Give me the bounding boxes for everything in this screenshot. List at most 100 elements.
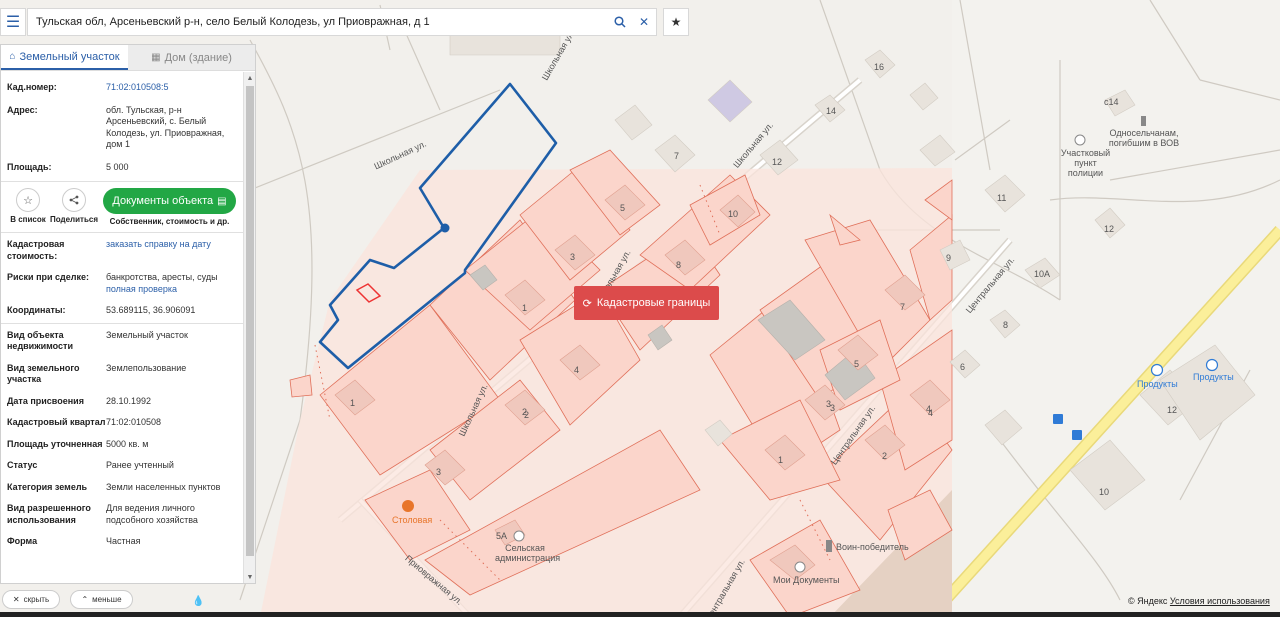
cadastral-cost-row: Кадастровая стоимость: заказать справку … xyxy=(1,239,244,262)
house-number: 2 xyxy=(882,451,888,461)
scroll-down-icon[interactable]: ▼ xyxy=(244,571,255,583)
tab-label: Земельный участок xyxy=(19,50,120,63)
property-value: Для ведения личного подсобного хозяйства xyxy=(106,503,198,525)
share-button[interactable]: Поделиться xyxy=(50,188,99,224)
object-documents-button[interactable]: Документы объекта ▤ xyxy=(103,188,236,214)
less-button[interactable]: ⌃ меньше xyxy=(70,590,133,609)
copyright-text: © Яндекс xyxy=(1128,596,1168,606)
poi-admin[interactable]: Сельская администрация xyxy=(495,543,560,563)
house-number: 10 xyxy=(728,209,739,219)
share-label: Поделиться xyxy=(50,215,99,224)
map-copyright: © Яндекс Условия использования xyxy=(1128,596,1270,606)
property-value: Частная xyxy=(106,536,141,546)
house-number: 2 xyxy=(524,410,530,420)
property-value: Землепользование xyxy=(106,362,187,373)
property-value: Земельный участок xyxy=(106,329,188,340)
favorite-button[interactable]: ★ xyxy=(663,8,689,36)
property-label: Категория земель xyxy=(7,481,88,492)
house-number: 5 xyxy=(620,203,626,213)
cadastral-borders-label: Кадастровые границы xyxy=(596,297,711,309)
terms-link[interactable]: Условия использования xyxy=(1170,596,1270,606)
close-icon[interactable]: ✕ xyxy=(632,10,656,34)
hide-label: скрыть xyxy=(23,595,50,604)
property-label: Вид объекта недвижимости xyxy=(7,329,73,352)
area-label: Площадь: xyxy=(7,161,52,172)
cadastral-borders-button[interactable]: ⟳ Кадастровые границы xyxy=(574,286,719,320)
risks-value: банкротства, аресты, суды xyxy=(106,272,218,282)
house-number: 12 xyxy=(1167,405,1178,415)
location-drop-icon: 💧 xyxy=(192,596,205,607)
property-value: Земли населенных пунктов xyxy=(106,481,221,492)
house-number: 1 xyxy=(778,455,784,465)
menu-button[interactable]: ☰ xyxy=(0,8,26,36)
risks-label: Риски при сделке: xyxy=(7,272,89,282)
house-number: 7 xyxy=(674,151,680,161)
land-plot-icon: ⌂ xyxy=(9,51,16,62)
coordinates-value: 53.689115, 36.906091 xyxy=(106,305,196,315)
house-number: 3 xyxy=(830,403,836,413)
property-label: Кадастровый квартал xyxy=(7,417,106,427)
scrollbar-thumb[interactable] xyxy=(246,86,254,556)
property-label: Форма xyxy=(7,536,38,546)
area-value: 5 000 xyxy=(106,161,129,172)
scroll-up-icon[interactable]: ▲ xyxy=(244,72,255,84)
poi-canteen[interactable]: Столовая xyxy=(392,515,432,525)
search-icon[interactable] xyxy=(608,10,632,34)
add-to-list-button[interactable]: ☆ В список xyxy=(5,188,51,224)
poi-police[interactable]: Участковый пункт полиции xyxy=(1058,148,1113,178)
less-label: меньше xyxy=(92,595,122,604)
property-label: Площадь уточненная xyxy=(7,438,103,449)
poi-shop[interactable]: Продукты xyxy=(1193,372,1234,382)
search-bar[interactable]: ✕ xyxy=(27,8,657,36)
hide-panel-button[interactable]: ✕ скрыть xyxy=(2,590,60,609)
properties-list: Вид объекта недвижимости Земельный участо… xyxy=(1,330,244,548)
hamburger-icon: ☰ xyxy=(5,14,21,31)
star-outline-icon: ☆ xyxy=(16,188,40,212)
property-value: 5000 кв. м xyxy=(106,438,149,449)
coordinates-label: Координаты: xyxy=(7,305,66,315)
house-number: 8 xyxy=(1003,320,1009,330)
property-label: Вид разрешенного использования xyxy=(7,503,91,525)
building-icon: ▦ xyxy=(151,52,161,63)
house-number: 16 xyxy=(874,62,885,72)
house-number: 4 xyxy=(574,365,580,375)
star-icon: ★ xyxy=(670,15,682,29)
cadastral-cost-label: Кадастровая стоимость: xyxy=(7,239,65,261)
poi-memorial[interactable]: Односельчанам, погибшим в ВОВ xyxy=(1108,128,1180,148)
property-value: Ранее учтенный xyxy=(106,460,174,470)
poi-docs[interactable]: Мои Документы xyxy=(773,575,840,585)
house-number: 1 xyxy=(350,398,356,408)
action-bar: ☆ В список Поделиться Документы объекта … xyxy=(1,188,244,232)
property-value: 71:02:010508 xyxy=(106,417,162,427)
poi-monument[interactable]: Воин-победитель xyxy=(836,542,909,552)
order-certificate-link[interactable]: заказать справку на дату xyxy=(106,239,211,249)
search-input[interactable] xyxy=(36,10,608,34)
address-label: Адрес: xyxy=(7,104,38,115)
share-icon xyxy=(62,188,86,212)
panel-scrollbar[interactable]: ▲ ▼ xyxy=(243,72,255,583)
address-row: Адрес: обл. Тульская, р-н Арсеньевский, … xyxy=(1,105,244,151)
house-number: 12 xyxy=(1104,224,1115,234)
property-row: Категория земель Земли населенных пунктов xyxy=(1,482,244,494)
panel-content: Кад.номер: 71:02:010508:5 Адрес: обл. Ту… xyxy=(1,72,244,583)
property-row: Форма Частная xyxy=(1,536,244,548)
house-number: 4 xyxy=(928,408,934,418)
tab-building[interactable]: ▦ Дом (здание) xyxy=(128,45,255,70)
cad-number-link[interactable]: 71:02:010508:5 xyxy=(106,82,169,92)
property-label: Дата присвоения xyxy=(7,395,84,406)
property-row: Вид разрешенного использования Для ведени… xyxy=(1,503,244,526)
property-row: Площадь уточненная 5000 кв. м xyxy=(1,439,244,451)
property-label: Статус xyxy=(7,460,38,470)
full-check-link[interactable]: полная проверка xyxy=(106,284,238,296)
info-panel: ⌂ Земельный участок ▦ Дом (здание) Кад.н… xyxy=(0,44,256,584)
area-row: Площадь: 5 000 xyxy=(1,162,244,174)
house-number: 8 xyxy=(676,260,682,270)
house-number: 12 xyxy=(772,157,783,167)
house-number: c14 xyxy=(1104,97,1119,107)
tab-label: Дом (здание) xyxy=(164,51,232,64)
house-number: 7 xyxy=(900,302,906,312)
poi-shop[interactable]: Продукты xyxy=(1137,379,1178,389)
house-number: 10 xyxy=(1099,487,1110,497)
tab-land-plot[interactable]: ⌂ Земельный участок xyxy=(1,45,128,70)
risks-row: Риски при сделке: банкротства, аресты, с… xyxy=(1,272,244,295)
